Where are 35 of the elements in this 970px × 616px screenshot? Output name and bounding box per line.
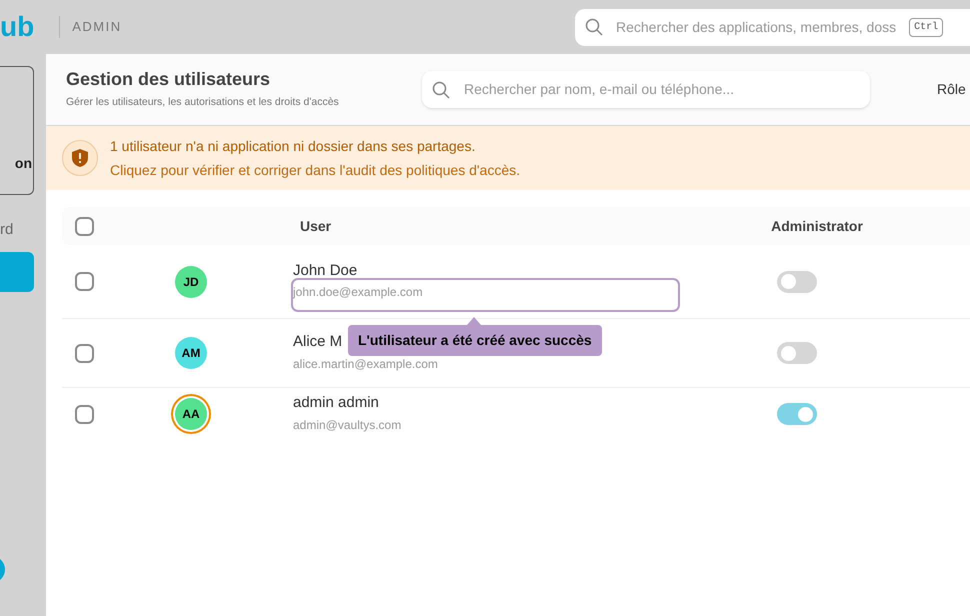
sidebar-link[interactable]: rd: [0, 222, 14, 237]
admin-toggle[interactable]: [777, 403, 817, 425]
user-email: alice.martin@example.com: [293, 356, 438, 373]
sidebar-card[interactable]: on: [0, 66, 34, 195]
warning-title: 1 utilisateur n'a ni application ni dossier dans ses partages.: [110, 136, 476, 156]
checkbox[interactable]: [75, 344, 94, 362]
global-search-field[interactable]: Rechercher des applications, membres, doss Ctrl: [575, 8, 970, 46]
user-name: Alice M: [293, 333, 342, 352]
user-avatar: AA: [175, 398, 207, 430]
checkbox[interactable]: [75, 272, 94, 291]
column-header: User: [300, 216, 332, 236]
tooltip-pointer: [466, 317, 481, 325]
search-icon: [432, 80, 450, 98]
user-email: admin@vaultys.com: [293, 416, 402, 434]
admin-toggle[interactable]: [777, 270, 817, 292]
warning-banner[interactable]: 1 utilisateur n'a ni application ni dossier dans ses partages. Cliquez pour vérifier et corriger dans l'audit des politiques d'accès.: [46, 126, 970, 190]
admin-toggle[interactable]: [777, 342, 817, 364]
shortcut-key: Ctrl: [909, 18, 944, 36]
checkbox[interactable]: [75, 216, 94, 236]
success-tooltip: L'utilisateur a été créé avec succès: [348, 325, 602, 356]
user-name: John Doe: [293, 262, 358, 280]
page-subtitle: Gérer les utilisateurs, les autorisations et les droits d'accès: [66, 94, 340, 110]
user-avatar: AM: [175, 337, 207, 369]
logo: ub: [0, 13, 34, 41]
column-header: Administrator: [771, 216, 863, 236]
warning-message: Cliquez pour vérifier et corriger dans l'audit des politiques d'accès.: [110, 160, 520, 180]
page-title: Gestion des utilisateurs: [66, 68, 272, 91]
shield-icon: [72, 149, 88, 167]
user-avatar: JD: [175, 266, 207, 298]
search-icon: [585, 18, 603, 36]
checkbox[interactable]: [75, 404, 94, 424]
role-filter[interactable]: Rôle: [937, 79, 966, 100]
user-email: john.doe@example.com: [293, 284, 423, 302]
user-name: admin admin: [293, 394, 379, 413]
section-label: ADMIN: [72, 18, 122, 36]
